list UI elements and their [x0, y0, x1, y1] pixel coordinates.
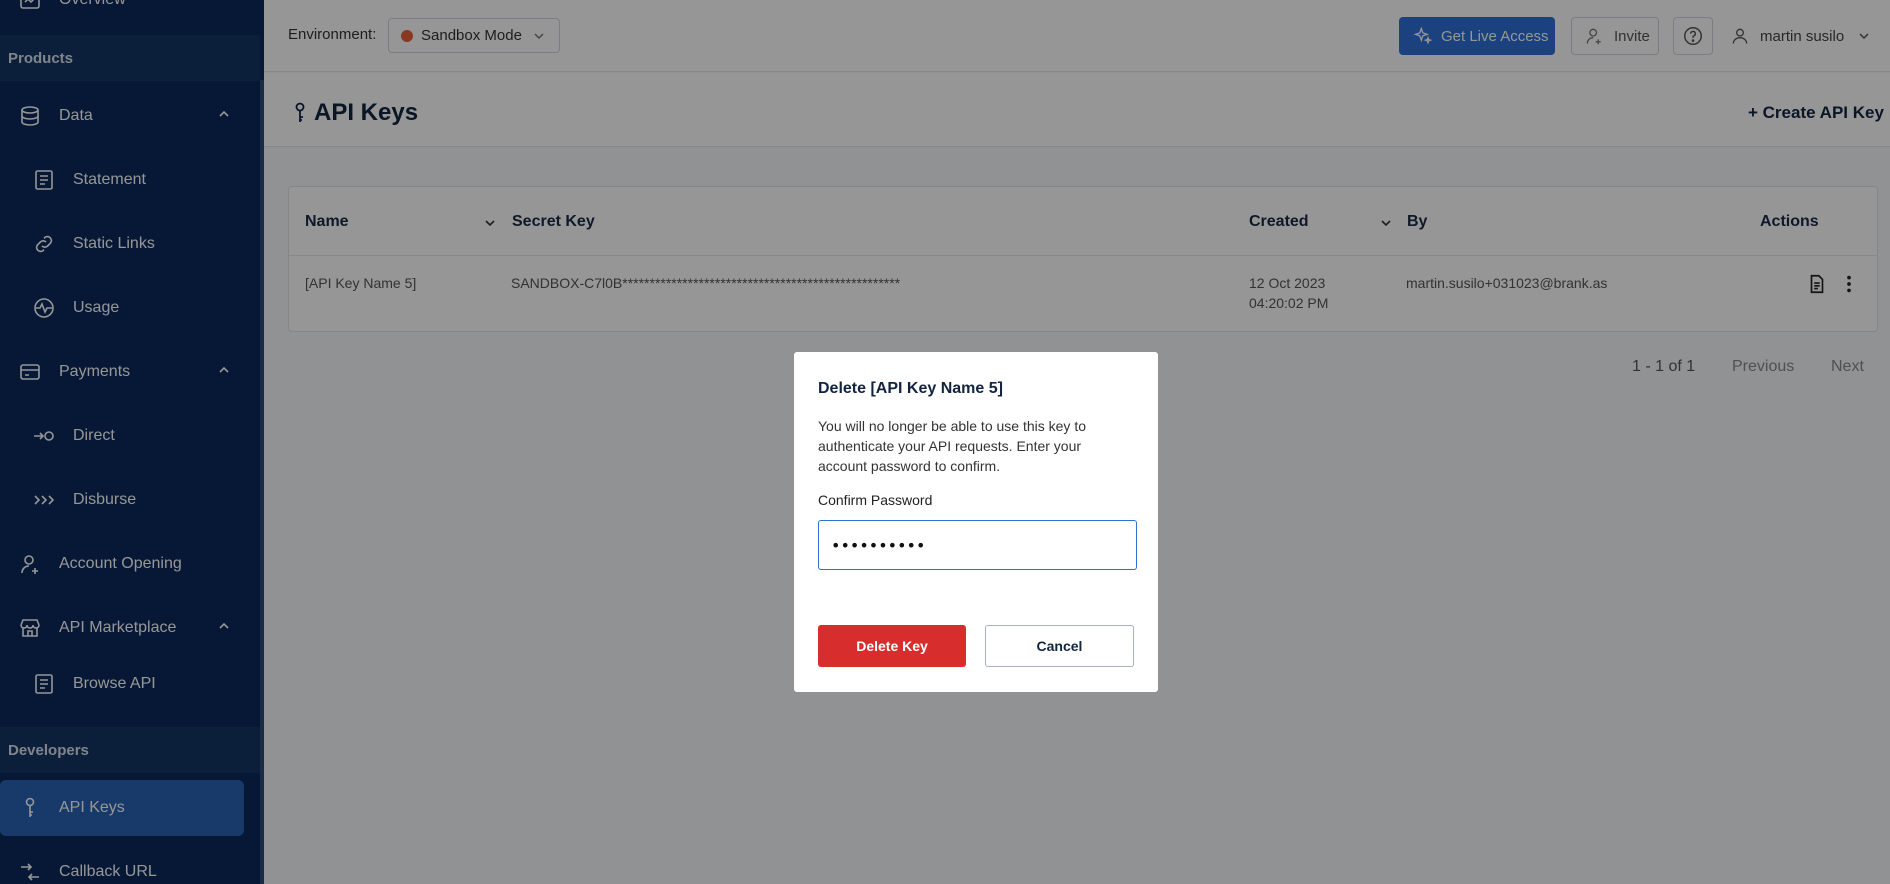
confirm-password-input[interactable] [818, 520, 1137, 570]
dialog-message: You will no longer be able to use this k… [818, 418, 1086, 474]
delete-api-key-dialog: Delete [API Key Name 5] You will no long… [794, 352, 1158, 692]
cancel-button[interactable]: Cancel [985, 625, 1134, 667]
confirm-password-label: Confirm Password [818, 492, 933, 508]
dialog-title: Delete [API Key Name 5] [818, 380, 1003, 397]
delete-key-button[interactable]: Delete Key [818, 625, 966, 667]
